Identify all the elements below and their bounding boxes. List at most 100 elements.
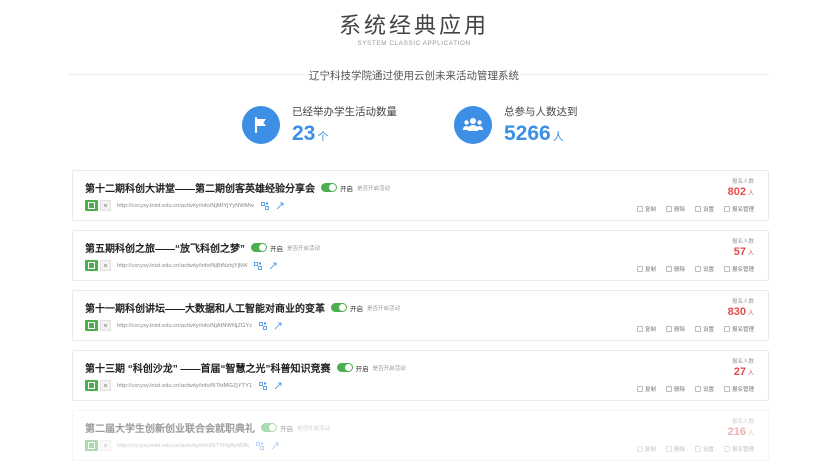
activity-url[interactable]: http://cxcyxy.lnist.edu.cn/activity/info… bbox=[117, 323, 252, 329]
qrcode-icon[interactable] bbox=[85, 260, 98, 271]
gear-icon bbox=[694, 206, 701, 212]
activity-toggle[interactable] bbox=[336, 363, 353, 372]
copy-button[interactable]: 复制 bbox=[636, 445, 656, 453]
settings-button[interactable]: 设置 bbox=[694, 325, 714, 333]
qrcode-icon[interactable] bbox=[85, 380, 98, 391]
link-icon[interactable] bbox=[259, 381, 268, 390]
toggle-status: 开启 bbox=[270, 245, 283, 253]
activity-toggle[interactable] bbox=[321, 183, 337, 192]
activity-title[interactable]: 第十一期科创讲坛——大数据和人工智能对商业的变革 bbox=[85, 300, 325, 315]
manage-label: 报名管理 bbox=[731, 267, 754, 273]
activity-toggle[interactable] bbox=[261, 423, 277, 432]
link-icon[interactable] bbox=[260, 201, 269, 210]
link-icon[interactable] bbox=[256, 441, 265, 450]
copy-icon bbox=[636, 266, 643, 272]
settings-button[interactable]: 设置 bbox=[694, 265, 714, 273]
activity-title[interactable]: 第十三期 “科创沙龙” ——首届“智慧之光”科普知识竞赛 bbox=[85, 360, 331, 375]
list-icon bbox=[723, 326, 730, 332]
delete-button[interactable]: 删除 bbox=[665, 325, 685, 333]
mini-qrcode-icon[interactable] bbox=[100, 260, 111, 271]
link-icon[interactable] bbox=[254, 261, 262, 270]
delete-button[interactable]: 删除 bbox=[665, 265, 685, 273]
manage-label: 报名管理 bbox=[731, 207, 754, 213]
activity-card[interactable]: 第十二期科创大讲堂——第二期创客英雄经验分享会 开启 是否开启活动 http:/… bbox=[72, 170, 769, 221]
activity-toggle[interactable] bbox=[331, 303, 347, 312]
manage-signup-button[interactable]: 报名管理 bbox=[723, 385, 754, 393]
share-icon[interactable] bbox=[271, 442, 279, 450]
copy-button[interactable]: 复制 bbox=[636, 325, 656, 333]
count-value: 57 bbox=[733, 246, 746, 258]
people-icon bbox=[454, 106, 492, 144]
gear-icon bbox=[694, 266, 701, 272]
link-icon[interactable] bbox=[259, 321, 268, 330]
toggle-hint: 是否开启活动 bbox=[372, 365, 406, 372]
settings-label: 设置 bbox=[702, 447, 714, 453]
count-label: 报名人数 bbox=[731, 299, 754, 305]
copy-button[interactable]: 复制 bbox=[636, 265, 656, 273]
copy-button[interactable]: 复制 bbox=[636, 385, 656, 393]
activity-card[interactable]: 第十一期科创讲坛——大数据和人工智能对商业的变革 开启 是否开启活动 http:… bbox=[72, 290, 769, 341]
delete-button[interactable]: 删除 bbox=[665, 445, 685, 453]
signup-count: 报名人数 216 人 bbox=[728, 417, 754, 438]
mini-qrcode-icon[interactable] bbox=[100, 440, 111, 451]
signup-count: 报名人数 830 人 bbox=[728, 297, 754, 318]
toggle-status: 开启 bbox=[355, 365, 369, 373]
activity-url[interactable]: http://cxcyxy.lnist.edu.cn/activity/info… bbox=[117, 203, 254, 209]
activity-title[interactable]: 第五期科创之旅——“放飞科创之梦” bbox=[85, 240, 245, 255]
trash-icon bbox=[665, 326, 672, 332]
activity-card[interactable]: 第二届大学生创新创业联合会就职典礼 开启 是否开启活动 http://cxcyx… bbox=[72, 410, 769, 461]
delete-label: 删除 bbox=[673, 447, 685, 453]
activity-title[interactable]: 第十二期科创大讲堂——第二期创客英雄经验分享会 bbox=[85, 180, 315, 195]
manage-label: 报名管理 bbox=[731, 327, 754, 333]
stat-value: 5266 bbox=[504, 122, 551, 145]
toggle-hint: 是否开启活动 bbox=[297, 425, 331, 432]
settings-label: 设置 bbox=[702, 267, 714, 273]
qrcode-icon[interactable] bbox=[85, 200, 98, 211]
mini-qrcode-icon[interactable] bbox=[100, 380, 111, 391]
copy-button[interactable]: 复制 bbox=[636, 205, 656, 213]
activity-card[interactable]: 第十三期 “科创沙龙” ——首届“智慧之光”科普知识竞赛 开启 是否开启活动 h… bbox=[72, 350, 769, 401]
activity-url[interactable]: http://cxcyxy.lnist.edu.cn/activity/info… bbox=[117, 383, 252, 389]
activity-url[interactable]: http://cxcyxy.lnist.edu.cn/activity/info… bbox=[117, 443, 249, 449]
settings-label: 设置 bbox=[702, 207, 714, 213]
copy-label: 复制 bbox=[644, 267, 656, 273]
settings-label: 设置 bbox=[702, 327, 714, 333]
activity-url[interactable]: http://cxcyxy.lnist.edu.cn/activity/info… bbox=[117, 263, 247, 269]
delete-button[interactable]: 删除 bbox=[665, 385, 685, 393]
stat-participants: 总参与人数达到 5266 人 bbox=[454, 104, 578, 146]
delete-button[interactable]: 删除 bbox=[665, 205, 685, 213]
share-icon[interactable] bbox=[274, 322, 282, 330]
manage-signup-button[interactable]: 报名管理 bbox=[723, 265, 754, 273]
settings-button[interactable]: 设置 bbox=[694, 445, 714, 453]
settings-label: 设置 bbox=[702, 387, 714, 393]
count-unit: 人 bbox=[747, 431, 754, 437]
stat-activities: 已经举办学生活动数量 23 个 bbox=[242, 104, 397, 146]
share-icon[interactable] bbox=[274, 382, 282, 390]
mini-qrcode-icon[interactable] bbox=[100, 200, 111, 211]
count-unit: 人 bbox=[747, 251, 754, 257]
flag-icon bbox=[242, 106, 280, 144]
qrcode-icon[interactable] bbox=[85, 320, 98, 331]
count-unit: 人 bbox=[747, 311, 754, 317]
trash-icon bbox=[665, 446, 672, 452]
count-label: 报名人数 bbox=[731, 179, 754, 185]
delete-label: 删除 bbox=[673, 327, 685, 333]
mini-qrcode-icon[interactable] bbox=[100, 320, 111, 331]
manage-signup-button[interactable]: 报名管理 bbox=[723, 325, 754, 333]
activity-title[interactable]: 第二届大学生创新创业联合会就职典礼 bbox=[85, 420, 255, 435]
copy-label: 复制 bbox=[644, 447, 656, 453]
share-icon[interactable] bbox=[269, 262, 277, 270]
qrcode-icon[interactable] bbox=[85, 440, 98, 451]
stat-value: 23 bbox=[292, 122, 316, 145]
manage-signup-button[interactable]: 报名管理 bbox=[723, 445, 754, 453]
share-icon[interactable] bbox=[276, 202, 284, 210]
delete-label: 删除 bbox=[673, 207, 685, 213]
activity-card[interactable]: 第五期科创之旅——“放飞科创之梦” 开启 是否开启活动 http://cxcyx… bbox=[72, 230, 769, 281]
settings-button[interactable]: 设置 bbox=[694, 205, 714, 213]
settings-button[interactable]: 设置 bbox=[694, 385, 714, 393]
manage-signup-button[interactable]: 报名管理 bbox=[723, 205, 754, 213]
count-label: 报名人数 bbox=[731, 359, 754, 365]
activity-toggle[interactable] bbox=[251, 243, 267, 252]
manage-label: 报名管理 bbox=[731, 387, 754, 393]
page-subtitle: SYSTEM CLASSIC APPLICATION bbox=[357, 40, 471, 47]
